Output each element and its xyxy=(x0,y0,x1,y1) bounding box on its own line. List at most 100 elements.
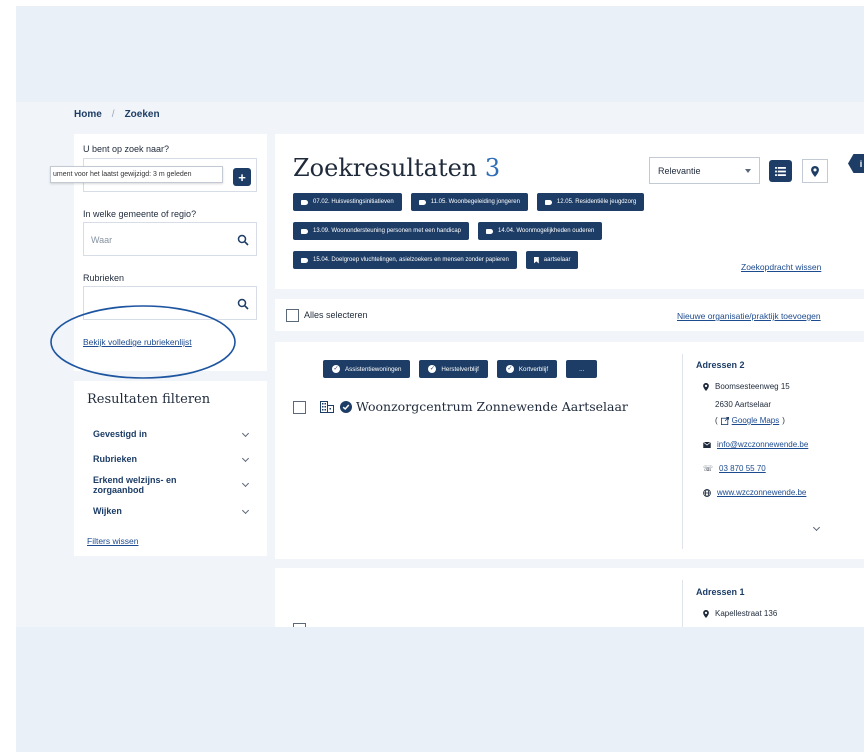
category-tag[interactable]: ✓ Kortverblijf xyxy=(496,360,558,378)
filter-gevestigd-label: Gevestigd in xyxy=(93,429,148,439)
rubriek-tag[interactable]: 07.02. Huisvestingsinitiatieven xyxy=(293,193,402,211)
results-count: 3 xyxy=(484,154,501,182)
where-input[interactable]: Waar xyxy=(83,222,257,256)
mail-icon xyxy=(703,441,711,448)
rubriek-tag[interactable]: 11.05. Woonbegeleiding jongeren xyxy=(410,193,528,211)
tag-icon xyxy=(301,228,308,234)
tags-row-2: 13.09. Woonondersteuning personen met ee… xyxy=(293,222,603,240)
map-pin-icon xyxy=(811,165,819,177)
list-view-button[interactable] xyxy=(769,160,792,182)
sort-value: Relevantie xyxy=(658,165,701,176)
results-title: Zoekresultaten 3 xyxy=(293,154,500,182)
bookmark-icon xyxy=(533,256,539,264)
where-label: In welke gemeente of regio? xyxy=(83,209,197,219)
rubrieken-label: Rubrieken xyxy=(83,273,125,283)
rubriek-tag[interactable]: 12.05. Residentiële jeugdzorg xyxy=(536,193,645,211)
category-tag[interactable]: ✓ Assistentiewoningen xyxy=(323,360,411,378)
tag-icon xyxy=(418,199,426,205)
rubriek-tag[interactable]: 13.09. Woonondersteuning personen met ee… xyxy=(293,222,469,240)
addresses-title: Adressen 1 xyxy=(696,587,745,597)
external-link-icon xyxy=(720,416,729,425)
tag-icon xyxy=(486,228,493,234)
select-all-checkbox[interactable] xyxy=(286,309,299,322)
check-badge-icon: ✓ xyxy=(428,365,437,373)
where-placeholder: Waar xyxy=(91,235,113,245)
phone-icon: ☏ xyxy=(703,464,714,473)
tag-icon xyxy=(544,199,552,205)
tag-icon xyxy=(301,257,308,263)
search-icon[interactable] xyxy=(237,234,249,246)
filter-erkend[interactable]: Erkend welzijns- en zorgaanbod xyxy=(93,475,250,495)
tooltip-text: ument voor het laatst gewijzigd: 3 m gel… xyxy=(53,171,192,178)
address-street: Boomsesteenweg 15 xyxy=(703,382,790,391)
filter-wijken[interactable]: Wijken xyxy=(93,506,250,516)
result-checkbox[interactable] xyxy=(293,401,306,414)
filter-wijken-label: Wijken xyxy=(93,506,122,516)
more-categories-button[interactable]: ... xyxy=(566,360,598,378)
add-icon: + xyxy=(238,169,246,185)
rubriek-tag[interactable]: 14.04. Woonmogelijkheden ouderen xyxy=(478,222,603,240)
filter-rubrieken[interactable]: Rubrieken xyxy=(93,454,250,464)
last-modified-tooltip: ument voor het laatst gewijzigd: 3 m gel… xyxy=(50,166,223,183)
phone-row: ☏ 03 870 55 70 xyxy=(703,464,766,473)
category-tag[interactable]: ✓ Herstelverblijf xyxy=(419,360,488,378)
info-icon: i xyxy=(859,158,863,169)
breadcrumb-home[interactable]: Home xyxy=(74,109,102,120)
address-city: 2630 Aartselaar xyxy=(715,400,772,409)
location-tag[interactable]: aartselaar xyxy=(525,251,579,269)
website-link[interactable]: www.wzczonnewende.be xyxy=(717,488,806,497)
google-maps-link[interactable]: Google Maps xyxy=(732,416,780,425)
filter-erkend-label-2: zorgaanbod xyxy=(93,485,144,495)
filters-clear-link[interactable]: Filters wissen xyxy=(87,536,138,546)
list-icon xyxy=(775,166,786,176)
tag-icon xyxy=(301,199,308,205)
website-row: www.wzczonnewende.be xyxy=(703,488,806,497)
filter-gevestigd[interactable]: Gevestigd in xyxy=(93,429,250,439)
phone-link[interactable]: 03 870 55 70 xyxy=(719,464,766,473)
tags-row-1: 07.02. Huisvestingsinitiatieven 11.05. W… xyxy=(293,193,645,211)
breadcrumb-current: Zoeken xyxy=(124,109,160,120)
annotation-ellipse xyxy=(50,305,236,379)
breadcrumb-separator: / xyxy=(111,109,115,120)
google-maps-row: ( Google Maps ) xyxy=(715,416,785,425)
address-divider xyxy=(682,354,683,549)
rubriek-tag[interactable]: 15.04. Doelgroep vluchtelingen, asielzoe… xyxy=(293,251,517,269)
map-view-button[interactable] xyxy=(802,159,828,183)
select-all-label: Alles selecteren xyxy=(304,310,368,320)
verified-badge-icon xyxy=(340,401,352,413)
chevron-down-icon xyxy=(241,479,250,488)
result-checkbox[interactable] xyxy=(293,623,306,627)
search-page: Home / Zoeken U bent op zoek naar? ument… xyxy=(16,102,864,627)
chevron-down-icon xyxy=(241,429,250,438)
result-card-2 xyxy=(275,568,864,627)
what-label: U bent op zoek naar? xyxy=(83,144,170,154)
breadcrumb: Home / Zoeken xyxy=(74,109,160,120)
map-pin-icon xyxy=(703,382,709,391)
filters-title: Resultaten filteren xyxy=(87,392,211,407)
sort-select[interactable]: Relevantie xyxy=(649,157,760,184)
category-tags: ✓ Assistentiewoningen ✓ Herstelverblijf ✓ K… xyxy=(323,360,598,378)
email-link[interactable]: info@wzczonnewende.be xyxy=(717,440,808,449)
chevron-down-icon xyxy=(241,454,250,463)
add-button[interactable]: + xyxy=(233,168,251,186)
globe-icon xyxy=(703,488,711,497)
new-organisation-link[interactable]: Nieuwe organisatie/praktijk toevoegen xyxy=(677,311,821,321)
map-pin-icon xyxy=(703,609,709,618)
chevron-down-icon xyxy=(241,506,250,515)
check-badge-icon: ✓ xyxy=(332,365,340,373)
address-divider xyxy=(682,580,683,627)
address-street: Kapellestraat 136 xyxy=(703,609,777,618)
email-row: info@wzczonnewende.be xyxy=(703,440,808,449)
result-name[interactable]: Woonzorgcentrum Zonnewende Aartselaar xyxy=(356,399,628,414)
clear-search-link[interactable]: Zoekopdracht wissen xyxy=(741,262,821,272)
filter-erkend-label-1: Erkend welzijns- en xyxy=(93,475,177,485)
addresses-title: Adressen 2 xyxy=(696,360,745,370)
building-icon xyxy=(320,401,334,413)
tags-row-3: 15.04. Doelgroep vluchtelingen, asielzoe… xyxy=(293,251,579,269)
filters-panel xyxy=(74,381,267,556)
search-icon[interactable] xyxy=(237,298,249,310)
filter-rubrieken-label: Rubrieken xyxy=(93,454,138,464)
check-badge-icon: ✓ xyxy=(505,365,514,373)
caret-down-icon xyxy=(745,168,751,173)
results-title-text: Zoekresultaten xyxy=(293,154,478,182)
